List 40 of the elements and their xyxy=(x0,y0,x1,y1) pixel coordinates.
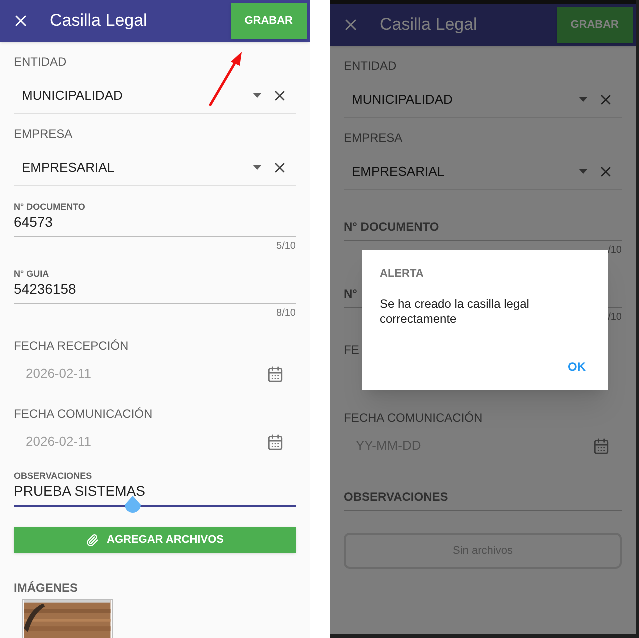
header-title: Casilla Legal xyxy=(380,14,478,36)
field-label: FECHA RECEPCIÓN xyxy=(14,339,130,353)
header-title: Casilla Legal xyxy=(50,10,148,32)
text-field[interactable]: N° DOCUMENTO 64573 xyxy=(14,201,296,237)
dropdown-caret-icon xyxy=(253,93,262,98)
dropdown-caret-icon xyxy=(253,165,262,170)
paperclip-icon xyxy=(86,534,100,546)
character-counter: 5/10 xyxy=(276,241,296,253)
select-field[interactable]: MUNICIPALIDAD xyxy=(344,82,622,118)
field-label: EMPRESA xyxy=(14,127,74,141)
character-counter: /10 xyxy=(608,312,622,324)
field-label: ENTIDAD xyxy=(14,55,68,69)
character-counter: /10 xyxy=(608,245,622,257)
text-field[interactable]: OBSERVACIONES xyxy=(344,475,622,511)
save-button[interactable]: GRABAR xyxy=(230,3,307,39)
section-label: IMÁGENES xyxy=(14,581,80,595)
field-label: FECHA COMUNICACIÓN xyxy=(344,411,484,425)
select-field[interactable]: MUNICIPALIDAD xyxy=(14,78,296,114)
field-label: FECHA COMUNICACIÓN xyxy=(14,407,154,421)
dialog-message: Se ha creado la casilla legal correctamente xyxy=(380,296,530,326)
select-field[interactable]: EMPRESARIAL xyxy=(14,150,296,186)
field-label: EMPRESA xyxy=(344,131,404,145)
add-files-button[interactable]: AGREGAR ARCHIVOS xyxy=(14,527,296,553)
calendar-icon[interactable] xyxy=(593,438,610,454)
dropdown-caret-icon xyxy=(579,97,588,102)
text-field[interactable]: N° DOCUMENTO xyxy=(344,205,622,241)
date-field[interactable]: 2026-02-11 xyxy=(26,364,267,384)
dropdown-caret-icon xyxy=(579,169,588,174)
calendar-icon[interactable] xyxy=(267,434,284,450)
cursor-handle-icon[interactable] xyxy=(124,496,142,516)
dialog-title: ALERTA xyxy=(380,267,425,282)
field-label: FE xyxy=(344,343,360,357)
save-button[interactable]: GRABAR xyxy=(556,7,633,43)
date-field[interactable]: 2026-02-11 xyxy=(26,432,267,452)
select-field[interactable]: EMPRESARIAL xyxy=(344,154,622,190)
field-label: ENTIDAD xyxy=(344,59,398,73)
character-counter: 8/10 xyxy=(276,308,296,320)
text-field[interactable]: N° GUIA 54236158 xyxy=(14,268,296,304)
ok-button[interactable]: OK xyxy=(568,358,590,376)
calendar-icon[interactable] xyxy=(267,366,284,382)
